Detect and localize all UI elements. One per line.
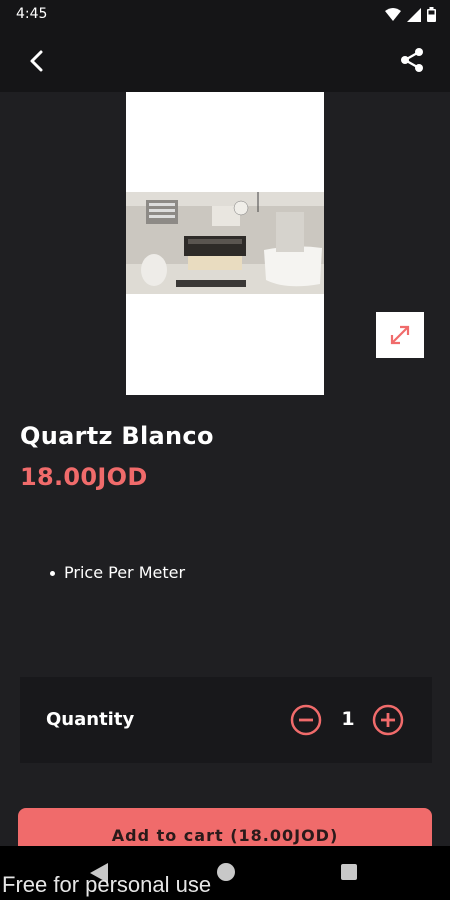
product-details: Price Per Meter (50, 563, 185, 582)
signal-icon (407, 7, 421, 22)
app-bar (0, 30, 450, 92)
product-title: Quartz Blanco (20, 422, 214, 450)
minus-circle-icon[interactable] (290, 704, 322, 736)
quantity-value: 1 (341, 708, 355, 730)
wifi-icon (385, 7, 401, 21)
expand-arrows-icon (390, 325, 410, 345)
product-image[interactable] (126, 92, 324, 395)
product-price: 18.00JOD (20, 463, 148, 491)
quantity-label: Quantity (46, 709, 135, 730)
status-icons (385, 7, 436, 22)
watermark-text: Free for personal use (2, 872, 212, 897)
back-icon[interactable] (24, 48, 50, 74)
expand-button[interactable] (376, 312, 424, 358)
battery-icon (427, 7, 436, 22)
nav-home-icon[interactable] (217, 863, 235, 881)
detail-bullet: Price Per Meter (50, 563, 185, 582)
quantity-card: Quantity 1 (20, 677, 432, 763)
bathroom-photo (126, 192, 324, 294)
add-to-cart-label: Add to cart (18.00JOD) (111, 826, 339, 845)
share-icon[interactable] (398, 46, 426, 74)
status-time: 4:45 (16, 6, 48, 22)
plus-circle-icon[interactable] (372, 704, 404, 736)
nav-recents-icon[interactable] (341, 864, 357, 880)
status-bar: 4:45 (0, 0, 450, 30)
